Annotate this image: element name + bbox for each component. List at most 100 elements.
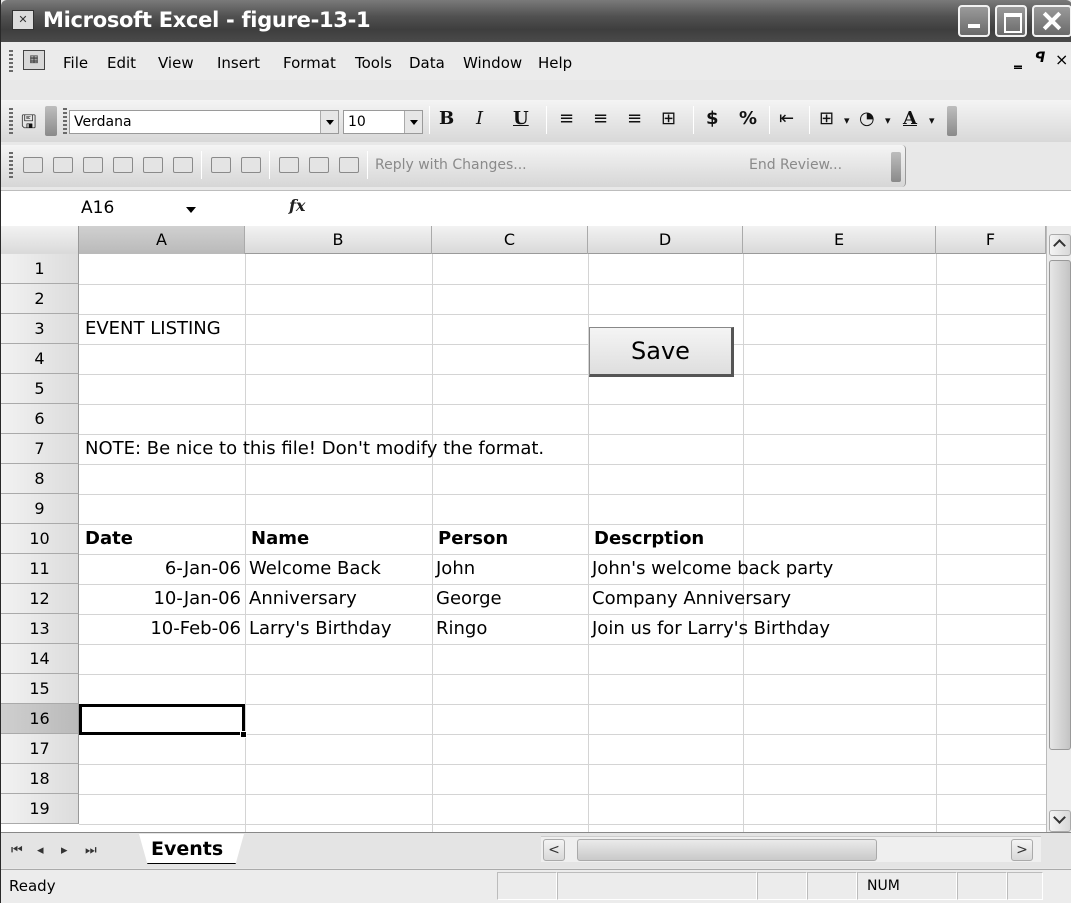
row-header-5[interactable]: 5 xyxy=(1,374,79,404)
menu-edit[interactable]: Edit xyxy=(107,54,136,72)
column-header-b[interactable]: B xyxy=(245,226,432,254)
row-header-4[interactable]: 4 xyxy=(1,344,79,374)
first-sheet-icon[interactable]: ⏮ xyxy=(11,843,23,858)
currency-button[interactable]: $ xyxy=(706,108,719,129)
menu-grip[interactable] xyxy=(9,50,13,74)
next-sheet-icon[interactable]: ▸ xyxy=(61,843,68,858)
menu-window[interactable]: Window xyxy=(463,54,522,72)
menu-data[interactable]: Data xyxy=(409,54,445,72)
update-file-icon[interactable] xyxy=(309,157,329,173)
cell-b12[interactable]: Anniversary xyxy=(249,584,357,614)
minimize-button[interactable] xyxy=(958,5,990,37)
menu-tools[interactable]: Tools xyxy=(355,54,392,72)
menu-insert[interactable]: Insert xyxy=(217,54,260,72)
menu-help[interactable]: Help xyxy=(538,54,572,72)
cell-a11[interactable]: 6-Jan-06 xyxy=(81,554,241,584)
reviewing-grip[interactable] xyxy=(9,152,13,178)
vertical-scrollbar[interactable] xyxy=(1046,226,1071,839)
new-comment-icon[interactable] xyxy=(23,157,43,173)
active-cell-a16[interactable] xyxy=(79,704,245,735)
decrease-indent-icon[interactable]: ⇤ xyxy=(779,108,794,129)
merge-center-icon[interactable]: ⊞ xyxy=(661,108,676,129)
toolbar-options-icon[interactable] xyxy=(45,106,57,136)
menu-view[interactable]: View xyxy=(158,54,194,72)
toolbar-grip[interactable] xyxy=(9,108,13,134)
delete-comment-icon[interactable] xyxy=(173,157,193,173)
bold-button[interactable]: B xyxy=(439,108,454,129)
fill-handle[interactable] xyxy=(240,731,247,738)
track-changes-icon[interactable] xyxy=(211,157,231,173)
previous-comment-icon[interactable] xyxy=(53,157,73,173)
scroll-right-icon[interactable]: > xyxy=(1011,839,1033,861)
show-comment-icon[interactable] xyxy=(113,157,133,173)
row-header-14[interactable]: 14 xyxy=(1,644,79,674)
column-header-c[interactable]: C xyxy=(432,226,588,254)
select-all-corner[interactable] xyxy=(1,226,79,254)
borders-icon[interactable]: ⊞ xyxy=(819,108,834,129)
menu-file[interactable]: File xyxy=(63,54,88,72)
row-header-7[interactable]: 7 xyxy=(1,434,79,464)
underline-button[interactable]: U xyxy=(513,108,529,129)
cell-c12[interactable]: George xyxy=(436,584,502,614)
maximize-button[interactable] xyxy=(995,5,1027,37)
horizontal-scroll-thumb[interactable] xyxy=(577,839,877,861)
font-color-dropdown-icon[interactable]: ▾ xyxy=(929,114,935,127)
row-header-19[interactable]: 19 xyxy=(1,794,79,824)
workbook-icon[interactable]: ▦ xyxy=(23,50,45,70)
row-header-11[interactable]: 11 xyxy=(1,554,79,584)
close-button[interactable] xyxy=(1032,5,1071,37)
cell-a13[interactable]: 10-Feb-06 xyxy=(81,614,241,644)
row-header-17[interactable]: 17 xyxy=(1,734,79,764)
align-left-icon[interactable]: ≡ xyxy=(559,108,574,129)
cell-c13[interactable]: Ringo xyxy=(436,614,487,644)
workbook-minimize-button[interactable]: ‗ xyxy=(1014,50,1022,69)
align-right-icon[interactable]: ≡ xyxy=(627,108,642,129)
toolbar-options-icon[interactable] xyxy=(947,106,957,136)
worksheet-grid[interactable]: A B C D E F 1 2 3 4 5 6 7 8 9 10 11 12 1… xyxy=(1,226,1071,839)
row-header-16[interactable]: 16 xyxy=(1,704,79,734)
cell-d13[interactable]: Join us for Larry's Birthday xyxy=(592,614,830,644)
cell-c11[interactable]: John xyxy=(436,554,475,584)
name-box[interactable]: A16 xyxy=(77,194,237,222)
cell-a10[interactable]: Date xyxy=(85,524,133,554)
borders-dropdown-icon[interactable]: ▾ xyxy=(844,114,850,127)
cell-b13[interactable]: Larry's Birthday xyxy=(249,614,392,644)
last-sheet-icon[interactable]: ⏭ xyxy=(85,843,97,858)
cell-d10[interactable]: Descrption xyxy=(594,524,704,554)
cell-b11[interactable]: Welcome Back xyxy=(249,554,381,584)
menu-format[interactable]: Format xyxy=(283,54,336,72)
row-header-6[interactable]: 6 xyxy=(1,404,79,434)
insert-function-icon[interactable]: fx xyxy=(289,196,305,215)
toolbar-options-icon[interactable] xyxy=(891,152,901,182)
row-header-1[interactable]: 1 xyxy=(1,254,79,284)
cell-a7[interactable]: NOTE: Be nice to this file! Don't modify… xyxy=(85,434,544,464)
cell-c10[interactable]: Person xyxy=(438,524,508,554)
italic-button[interactable]: I xyxy=(476,108,483,129)
sheet-tab-label[interactable]: Events xyxy=(151,838,223,860)
workbook-restore-button[interactable]: ꟼ xyxy=(1035,50,1045,66)
column-header-d[interactable]: D xyxy=(588,226,743,254)
vertical-scroll-thumb[interactable] xyxy=(1049,260,1071,750)
cell-b10[interactable]: Name xyxy=(251,524,309,554)
percent-button[interactable]: % xyxy=(739,108,757,129)
scroll-left-icon[interactable]: < xyxy=(543,839,565,861)
fill-color-icon[interactable]: ◔ xyxy=(859,108,875,129)
row-header-15[interactable]: 15 xyxy=(1,674,79,704)
column-header-a[interactable]: A xyxy=(79,226,245,254)
row-header-9[interactable]: 9 xyxy=(1,494,79,524)
toolbar-grip-2[interactable] xyxy=(63,108,67,134)
cell-d11[interactable]: John's welcome back party xyxy=(592,554,833,584)
row-header-8[interactable]: 8 xyxy=(1,464,79,494)
save-button[interactable]: Save xyxy=(589,327,734,377)
font-name-select[interactable]: Verdana xyxy=(69,110,339,134)
scroll-down-icon[interactable] xyxy=(1049,810,1071,832)
excel-icon[interactable]: ✕ xyxy=(12,10,34,30)
align-center-icon[interactable]: ≡ xyxy=(593,108,608,129)
chevron-down-icon[interactable] xyxy=(186,207,196,218)
reply-with-changes-button[interactable]: Reply with Changes... xyxy=(375,157,527,173)
end-review-button[interactable]: End Review... xyxy=(749,157,842,173)
workbook-close-button[interactable]: × xyxy=(1055,50,1068,69)
next-comment-icon[interactable] xyxy=(83,157,103,173)
chevron-down-icon[interactable] xyxy=(404,111,422,133)
row-header-18[interactable]: 18 xyxy=(1,764,79,794)
